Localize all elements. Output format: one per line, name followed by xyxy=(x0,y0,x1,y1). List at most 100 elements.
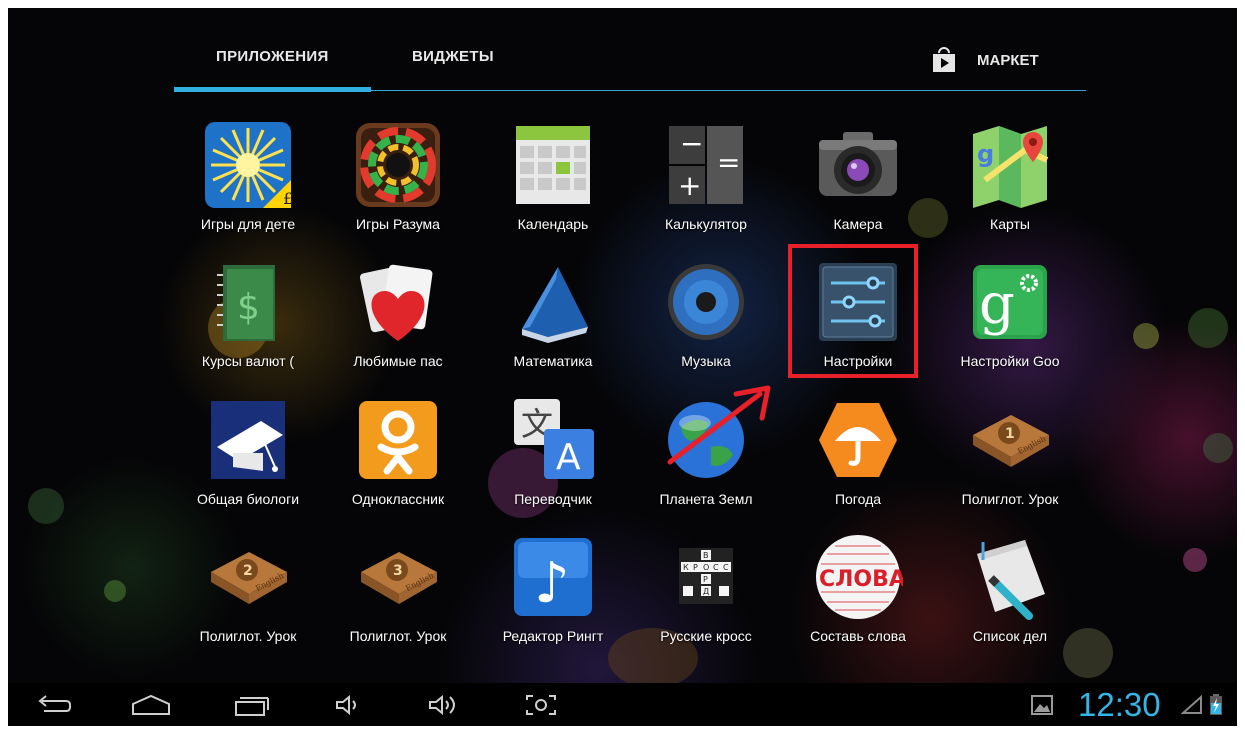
calendar-icon xyxy=(508,120,598,210)
speaker-icon xyxy=(661,257,751,347)
translate-icon: 文 A xyxy=(508,395,598,485)
app-label: Настройки Goo xyxy=(960,353,1060,369)
english-book-2-icon: 2 English xyxy=(203,532,293,622)
recent-apps-button[interactable] xyxy=(226,689,276,721)
app-label: Одноклассник xyxy=(351,491,445,507)
app-tile[interactable]: Список дел xyxy=(940,528,1080,658)
app-tile[interactable]: ♪ Редактор Рингт xyxy=(483,528,623,658)
slova-words-icon: СЛОВА xyxy=(813,532,906,622)
app-tile[interactable]: Игры Разума xyxy=(328,116,468,246)
app-label: Составь слова xyxy=(810,628,906,644)
svg-text:С: С xyxy=(723,563,729,572)
bokeh-light xyxy=(28,488,64,524)
app-tile[interactable]: $ Курсы валют ( xyxy=(178,253,318,383)
app-tile[interactable]: 3 English Полиглот. Урок xyxy=(328,528,468,658)
app-tile[interactable]: Планета Земл xyxy=(636,391,776,521)
app-tile[interactable]: Календарь xyxy=(483,116,623,246)
screenshot-icon xyxy=(526,695,556,715)
drawer-tab-bar: ПРИЛОЖЕНИЯ ВИДЖЕТЫ МАРКЕТ xyxy=(174,40,1086,102)
graduation-cap-icon xyxy=(203,395,293,485)
svg-text:g: g xyxy=(977,140,994,168)
gallery-notification[interactable] xyxy=(1026,689,1058,721)
volume-down-button[interactable] xyxy=(328,689,368,721)
system-nav-bar xyxy=(8,683,1237,726)
app-label: Калькулятор xyxy=(665,216,747,232)
svg-text:$: $ xyxy=(237,287,260,328)
volume-up-button[interactable] xyxy=(422,689,468,721)
home-button[interactable] xyxy=(126,689,176,721)
battery-charging-icon xyxy=(1210,694,1222,715)
back-button[interactable] xyxy=(32,689,76,721)
app-tile[interactable]: £ Игры для дете xyxy=(178,116,318,246)
market-label: МАРКЕТ xyxy=(977,51,1039,69)
calculator-icon: − = + xyxy=(661,120,751,210)
svg-text:g: g xyxy=(979,272,1015,337)
app-tile[interactable]: 1 English Полиглот. Урок xyxy=(940,391,1080,521)
svg-text:1: 1 xyxy=(1005,426,1015,442)
tab-widgets[interactable]: ВИДЖЕТЫ xyxy=(412,48,494,65)
app-label: Игры Разума xyxy=(356,216,440,232)
svg-text:Р: Р xyxy=(693,563,698,572)
svg-text:+: + xyxy=(678,169,701,202)
bokeh-light xyxy=(1133,323,1159,349)
playing-cards-heart-icon xyxy=(353,257,443,347)
app-tile[interactable]: 文 A Переводчик xyxy=(483,391,623,521)
volume-up-icon xyxy=(429,694,455,716)
app-label: Календарь xyxy=(517,216,589,232)
app-tile[interactable]: − = + Калькулятор xyxy=(636,116,776,246)
english-book-3-icon: 3 English xyxy=(353,532,443,622)
svg-text:Д: Д xyxy=(703,587,709,596)
screenshot-button[interactable] xyxy=(518,689,564,721)
app-label: Планета Земл xyxy=(659,491,753,507)
app-tile[interactable]: Одноклассник xyxy=(328,391,468,521)
svg-text:О: О xyxy=(703,563,709,572)
app-label: Погода xyxy=(834,491,882,507)
active-tab-indicator xyxy=(174,87,371,92)
home-icon xyxy=(132,694,170,715)
maps-icon: g xyxy=(965,120,1055,210)
app-label: Список дел xyxy=(972,628,1048,644)
paper-pen-icon xyxy=(965,532,1055,622)
svg-text:К: К xyxy=(683,563,689,572)
svg-text:Р: Р xyxy=(703,575,708,584)
app-tile[interactable]: Любимые пас xyxy=(328,253,468,383)
app-tile[interactable]: Музыка xyxy=(636,253,776,383)
app-label: Редактор Рингт xyxy=(502,628,604,644)
camera-icon xyxy=(813,120,903,210)
signal-indicator xyxy=(1180,689,1204,721)
app-label: Карты xyxy=(990,216,1030,232)
app-tile[interactable]: 2 English Полиглот. Урок xyxy=(178,528,318,658)
battery-indicator xyxy=(1206,689,1226,721)
app-tile[interactable]: Камера xyxy=(788,116,928,246)
bokeh-light xyxy=(1203,433,1233,463)
google-settings-icon: g xyxy=(965,257,1055,347)
back-icon xyxy=(38,695,71,712)
tab-apps[interactable]: ПРИЛОЖЕНИЯ xyxy=(216,48,329,65)
app-tile[interactable]: g Настройки Goo xyxy=(940,253,1080,383)
picture-icon xyxy=(1031,695,1053,715)
market-button[interactable]: МАРКЕТ xyxy=(931,40,1039,80)
app-tile[interactable]: g Карты xyxy=(940,116,1080,246)
signal-icon xyxy=(1181,695,1202,714)
svg-text:A: A xyxy=(556,437,581,478)
bokeh-light xyxy=(1183,548,1207,572)
svg-text:С: С xyxy=(713,563,719,572)
colorful-ring-icon xyxy=(353,120,443,210)
music-note-icon: ♪ xyxy=(508,532,598,622)
app-tile[interactable]: Общая биологи xyxy=(178,391,318,521)
app-tile[interactable]: В К Р О С С Р Д Русские кросс xyxy=(636,528,776,658)
app-label: Полиглот. Урок xyxy=(349,628,447,644)
app-drawer-screen: ПРИЛОЖЕНИЯ ВИДЖЕТЫ МАРКЕТ £ Игры для дет… xyxy=(8,8,1237,726)
sun-icon: £ xyxy=(203,120,293,210)
highlight-box xyxy=(788,244,918,378)
app-label: Камера xyxy=(833,216,883,232)
svg-text:2: 2 xyxy=(243,563,253,579)
english-book-1-icon: 1 English xyxy=(965,395,1055,485)
app-tile[interactable]: Математика xyxy=(483,253,623,383)
svg-text:В: В xyxy=(703,551,709,560)
app-tile[interactable]: СЛОВА Составь слова xyxy=(788,528,928,658)
app-label: Любимые пас xyxy=(353,353,443,369)
notepad-dollar-icon: $ xyxy=(203,257,293,347)
app-label: Математика xyxy=(513,353,593,369)
app-tile[interactable]: Погода xyxy=(788,391,928,521)
